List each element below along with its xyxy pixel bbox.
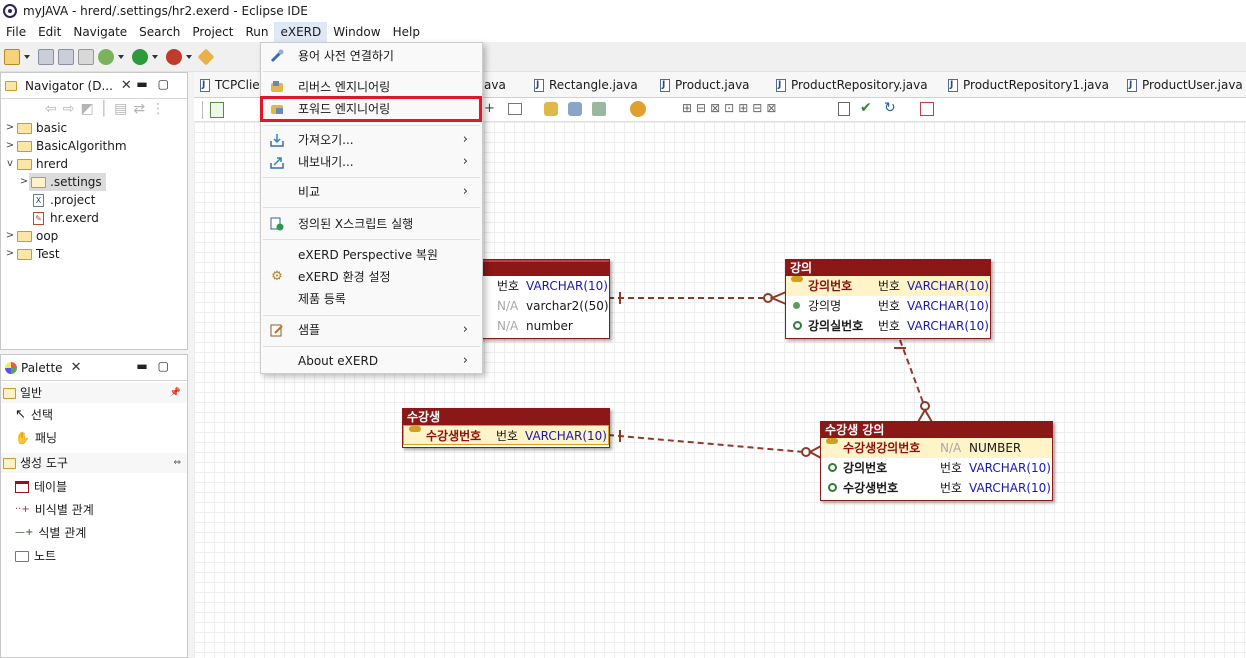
menu-separator <box>263 315 480 316</box>
menu-separator <box>263 71 480 72</box>
import-icon <box>269 132 285 148</box>
key-icon <box>791 276 803 282</box>
table-title: 수강생 <box>403 409 609 425</box>
column-name: 강의번호 <box>843 461 888 475</box>
table-column-pk[interactable]: 강의번호 번호 VARCHAR(10) <box>786 276 990 296</box>
chevron-right-icon: › <box>462 353 468 368</box>
foreign-key-icon <box>828 483 837 492</box>
reverse-engineering-icon <box>269 79 285 95</box>
column-datatype: VARCHAR(10) <box>969 461 1051 475</box>
sample-icon <box>269 322 285 338</box>
menu-item-glossary-link[interactable]: 용어 사전 연결하기 <box>261 45 482 67</box>
column-datatype: VARCHAR(10) <box>907 279 989 293</box>
column-datatype: VARCHAR(10) <box>969 481 1051 495</box>
column-type: 번호 <box>940 481 963 495</box>
column-type: N/A <box>940 441 962 455</box>
menu-item-label: eXERD Perspective 복원 <box>298 248 438 262</box>
menu-item-label: About eXERD <box>298 354 379 368</box>
column-type: 번호 <box>496 429 519 443</box>
menu-separator <box>263 177 480 178</box>
relation-lines <box>607 291 933 459</box>
forward-engineering-highlight <box>260 96 482 122</box>
column-type: 번호 <box>940 461 963 475</box>
relation-line-student-student-course[interactable] <box>607 434 805 453</box>
column-name: 수강생번호 <box>426 429 482 443</box>
table-column-pk[interactable]: 수강생번호 번호 VARCHAR(10) <box>403 425 609 445</box>
script-icon <box>269 216 285 232</box>
erd-table-student[interactable]: 수강생 수강생번호 번호 VARCHAR(10) <box>402 408 610 448</box>
menu-item-register-product[interactable]: 제품 등록 <box>261 288 482 310</box>
column-name: 강의번호 <box>808 279 853 293</box>
relation-many-mark <box>769 291 787 305</box>
menu-item-label: 비교 <box>298 185 321 199</box>
column-type: 번호 <box>497 279 520 293</box>
foreign-key-icon <box>793 321 802 330</box>
column-datatype: VARCHAR(10) <box>907 299 989 313</box>
exerd-menu: 용어 사전 연결하기 리버스 엔지니어링 포워드 엔지니어링 가져오기... ›… <box>260 42 483 374</box>
menu-item-compare[interactable]: 비교 › <box>261 181 482 203</box>
column-datatype: NUMBER <box>969 441 1022 455</box>
menu-item-label: 정의된 X스크립트 실행 <box>298 217 414 231</box>
erd-table-course[interactable]: 강의 강의번호 번호 VARCHAR(10) 강의명 번호 VARCHAR(10… <box>785 259 991 339</box>
column-datatype: varchar2((50) <box>526 299 609 313</box>
menu-item-samples[interactable]: 샘플 › <box>261 319 482 341</box>
relation-line-course-student-course[interactable] <box>899 339 925 406</box>
menu-item-label: 용어 사전 연결하기 <box>298 49 394 63</box>
gear-icon: ⚙ <box>271 269 283 284</box>
column-datatype: VARCHAR(10) <box>526 279 608 293</box>
chevron-right-icon: › <box>462 184 468 199</box>
menu-item-about[interactable]: About eXERD › <box>261 350 482 372</box>
column-name: 수강생강의번호 <box>843 441 921 455</box>
attribute-icon <box>793 302 800 309</box>
erd-table-student-course[interactable]: 수강생 강의 수강생강의번호 N/A NUMBER 강의번호 번호 VARCHA… <box>820 421 1053 501</box>
menu-item-label: 제품 등록 <box>298 292 346 306</box>
column-type: 번호 <box>878 279 901 293</box>
table-column-fk[interactable]: 강의번호 번호 VARCHAR(10) <box>821 458 1052 478</box>
column-type: N/A <box>497 319 519 333</box>
table-column[interactable]: 강의명 번호 VARCHAR(10) <box>786 296 990 316</box>
menu-item-label: 리버스 엔지니어링 <box>298 80 391 94</box>
table-title: 수강생 강의 <box>821 422 1052 438</box>
menu-item-label: 내보내기... <box>298 155 354 169</box>
table-column-fk[interactable]: 수강생번호 번호 VARCHAR(10) <box>821 478 1052 498</box>
menu-item-export[interactable]: 내보내기... › <box>261 151 482 173</box>
column-name: 수강생번호 <box>843 481 899 495</box>
chevron-right-icon: › <box>462 154 468 169</box>
menu-separator <box>263 346 480 347</box>
export-icon <box>269 154 285 170</box>
menu-item-run-xscript[interactable]: 정의된 X스크립트 실행 <box>261 213 482 235</box>
column-datatype: VARCHAR(10) <box>907 319 989 333</box>
menu-item-reverse-engineering[interactable]: 리버스 엔지니어링 <box>261 76 482 98</box>
column-type: N/A <box>497 299 519 313</box>
key-icon <box>826 438 838 444</box>
column-type: 번호 <box>878 319 901 333</box>
menu-separator <box>263 239 480 240</box>
menu-separator <box>263 207 480 208</box>
menu-item-label: 가져오기... <box>298 133 354 147</box>
menu-separator <box>263 125 480 126</box>
link-icon <box>269 48 285 64</box>
table-column-fk[interactable]: 강의실번호 번호 VARCHAR(10) <box>786 316 990 336</box>
foreign-key-icon <box>828 463 837 472</box>
menu-item-restore-perspective[interactable]: eXERD Perspective 복원 <box>261 244 482 266</box>
chevron-right-icon: › <box>462 322 468 337</box>
table-title: 강의 <box>786 260 990 276</box>
chevron-right-icon: › <box>462 132 468 147</box>
column-name: 강의명 <box>808 299 842 313</box>
column-datatype: number <box>526 319 573 333</box>
column-type: 번호 <box>878 299 901 313</box>
column-name: 강의실번호 <box>808 319 864 333</box>
table-column-pk[interactable]: 수강생강의번호 N/A NUMBER <box>821 438 1052 458</box>
menu-item-label: 샘플 <box>298 323 321 337</box>
menu-item-label: eXERD 환경 설정 <box>298 270 391 284</box>
menu-item-import[interactable]: 가져오기... › <box>261 129 482 151</box>
menu-item-preferences[interactable]: ⚙ eXERD 환경 설정 <box>261 266 482 288</box>
column-datatype: VARCHAR(10) <box>525 429 607 443</box>
key-icon <box>409 426 421 432</box>
